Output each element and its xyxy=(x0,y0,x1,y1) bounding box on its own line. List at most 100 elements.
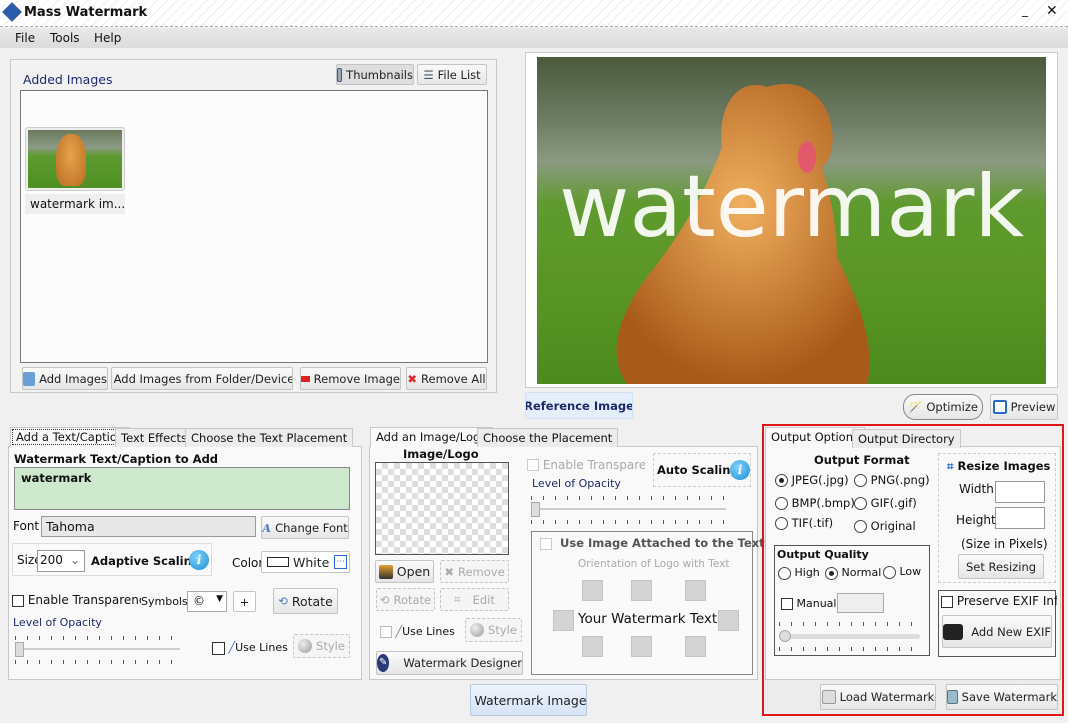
rotate-logo-button[interactable]: ⟲ Rotate xyxy=(376,588,435,611)
close-button[interactable]: ✕ xyxy=(1046,3,1058,19)
optimize-button[interactable]: 🪄 Optimize xyxy=(903,394,983,420)
remove-icon xyxy=(301,375,310,382)
height-input[interactable] xyxy=(995,507,1045,529)
font-icon: A xyxy=(262,520,272,535)
title-bar: Mass Watermark _ ✕ xyxy=(0,0,1068,27)
save-watermark-button[interactable]: Save Watermark xyxy=(946,684,1058,710)
app-logo-icon xyxy=(2,2,22,22)
enable-transparency-checkbox[interactable]: Enable Transparency xyxy=(12,593,153,607)
rotate-text-button[interactable]: ⟲ Rotate xyxy=(273,588,338,614)
magic-wand-icon: 🪄 xyxy=(908,400,923,414)
edit-logo-button[interactable]: ⌗ Edit xyxy=(440,588,509,611)
use-lines-checkbox[interactable]: ╱Use Lines xyxy=(212,641,288,655)
menu-file[interactable]: File xyxy=(15,31,35,45)
manual-quality-input[interactable] xyxy=(837,593,884,613)
width-input[interactable] xyxy=(995,481,1045,503)
preserve-exif-checkbox[interactable]: Preserve EXIF Info xyxy=(941,594,1057,608)
logo-opacity-label: Level of Opacity xyxy=(532,477,621,490)
camera-icon xyxy=(943,623,964,640)
tab-output-options[interactable]: Output Options xyxy=(765,427,865,447)
logo-preview[interactable] xyxy=(375,462,509,555)
size-note: (Size in Pixels) xyxy=(961,537,1048,551)
size-select[interactable]: 200 ⌄ xyxy=(37,550,85,572)
tab-output-directory[interactable]: Output Directory xyxy=(852,429,961,448)
format-gif[interactable]: GIF(.gif) xyxy=(854,496,917,510)
thumbnails-view-button[interactable]: Thumbnails xyxy=(336,64,414,85)
quality-low[interactable]: Low xyxy=(883,565,921,579)
load-watermark-button[interactable]: Load Watermark xyxy=(820,684,936,710)
font-label: Font xyxy=(13,519,40,533)
menu-tools[interactable]: Tools xyxy=(50,31,80,45)
orientation-bottom[interactable] xyxy=(631,636,652,657)
file-list-view-button[interactable]: ☰ File List xyxy=(417,64,487,85)
text-opacity-slider[interactable] xyxy=(15,636,180,664)
minimize-button[interactable]: _ xyxy=(1022,3,1028,17)
tab-text-effects[interactable]: Text Effects xyxy=(115,428,194,447)
info-icon[interactable]: i xyxy=(730,460,750,480)
remove-logo-button[interactable]: ✖ Remove xyxy=(440,560,509,583)
format-png[interactable]: PNG(.png) xyxy=(854,473,930,487)
orientation-left[interactable] xyxy=(553,610,574,631)
add-folder-button[interactable]: Add Images from Folder/Device xyxy=(111,367,293,390)
tab-add-logo[interactable]: Add an Image/Logo xyxy=(370,427,494,447)
change-font-button[interactable]: A Change Font xyxy=(261,516,349,539)
orientation-right[interactable] xyxy=(718,610,739,631)
symbol-select[interactable]: © ▼ xyxy=(187,591,227,612)
thumbnails-icon xyxy=(337,67,343,82)
tab-add-text[interactable]: Add a Text/Caption xyxy=(10,427,131,447)
image-thumbnail[interactable] xyxy=(25,127,125,191)
resize-heading: ⌗ Resize Images xyxy=(947,459,1051,473)
more-icon[interactable]: ··· xyxy=(334,555,347,569)
color-picker[interactable]: White ··· xyxy=(261,551,350,573)
format-bmp[interactable]: BMP(.bmp) xyxy=(775,496,855,510)
image-thumbnail-label: watermark im... xyxy=(25,194,125,214)
quality-heading: Output Quality xyxy=(777,548,869,561)
save-icon xyxy=(947,690,958,704)
logo-transparency-checkbox[interactable]: Enable Transparency xyxy=(527,457,645,472)
manual-quality-checkbox[interactable]: Manual xyxy=(781,597,836,610)
load-icon xyxy=(821,690,836,704)
menu-help[interactable]: Help xyxy=(94,31,121,45)
quality-high[interactable]: High xyxy=(778,566,820,580)
format-jpeg[interactable]: JPEG(.jpg) xyxy=(775,473,849,487)
sphere-icon xyxy=(470,623,485,637)
orientation-bottom-right[interactable] xyxy=(685,636,706,657)
preview-button[interactable]: Preview xyxy=(990,394,1058,420)
orientation-top-left[interactable] xyxy=(582,580,603,601)
orientation-top-right[interactable] xyxy=(685,580,706,601)
add-exif-button[interactable]: Add New EXIF xyxy=(942,615,1052,648)
added-images-title: Added Images xyxy=(23,72,113,87)
color-swatch xyxy=(267,557,289,567)
logo-heading: Image/Logo xyxy=(403,447,479,461)
preview-frame: watermark xyxy=(525,52,1058,388)
reference-image-tab[interactable]: Reference Image xyxy=(525,392,633,419)
image-list[interactable]: watermark im... xyxy=(20,90,488,363)
add-symbol-button[interactable]: + xyxy=(233,591,256,612)
add-images-button[interactable]: Add Images xyxy=(22,367,108,390)
orientation-bottom-left[interactable] xyxy=(582,636,603,657)
open-logo-button[interactable]: Open xyxy=(375,560,434,583)
logo-opacity-slider[interactable] xyxy=(531,496,726,524)
text-style-button[interactable]: Style xyxy=(293,634,350,658)
adaptive-scaling-label: Adaptive Scaling xyxy=(91,554,201,568)
remove-all-button[interactable]: ✖ Remove All xyxy=(406,367,487,390)
remove-image-button[interactable]: Remove Image xyxy=(300,367,401,390)
format-tif[interactable]: TIF(.tif) xyxy=(775,516,833,530)
attach-image-checkbox[interactable]: Use Image Attached to the Text xyxy=(540,536,765,550)
tab-logo-placement[interactable]: Choose the Placement xyxy=(477,428,619,447)
set-resizing-button[interactable]: Set Resizing xyxy=(958,554,1044,579)
logo-use-lines-checkbox[interactable]: ╱Use Lines xyxy=(380,625,455,638)
watermark-image-button[interactable]: Watermark Image xyxy=(470,684,587,716)
orientation-top[interactable] xyxy=(631,580,652,601)
menu-bar: File Tools Help xyxy=(0,28,1068,48)
font-field: Tahoma xyxy=(41,516,256,537)
quality-slider[interactable] xyxy=(779,622,920,651)
format-original[interactable]: Original xyxy=(854,519,916,533)
tab-text-placement[interactable]: Choose the Text Placement xyxy=(185,428,354,447)
info-icon[interactable]: i xyxy=(189,550,209,570)
reference-image: watermark xyxy=(537,57,1046,384)
watermark-text-input[interactable]: watermark xyxy=(14,467,350,510)
logo-style-button[interactable]: Style xyxy=(465,618,522,642)
quality-normal[interactable]: Normal xyxy=(825,566,881,580)
watermark-designer-button[interactable]: ✎ Watermark Designer xyxy=(376,651,523,675)
